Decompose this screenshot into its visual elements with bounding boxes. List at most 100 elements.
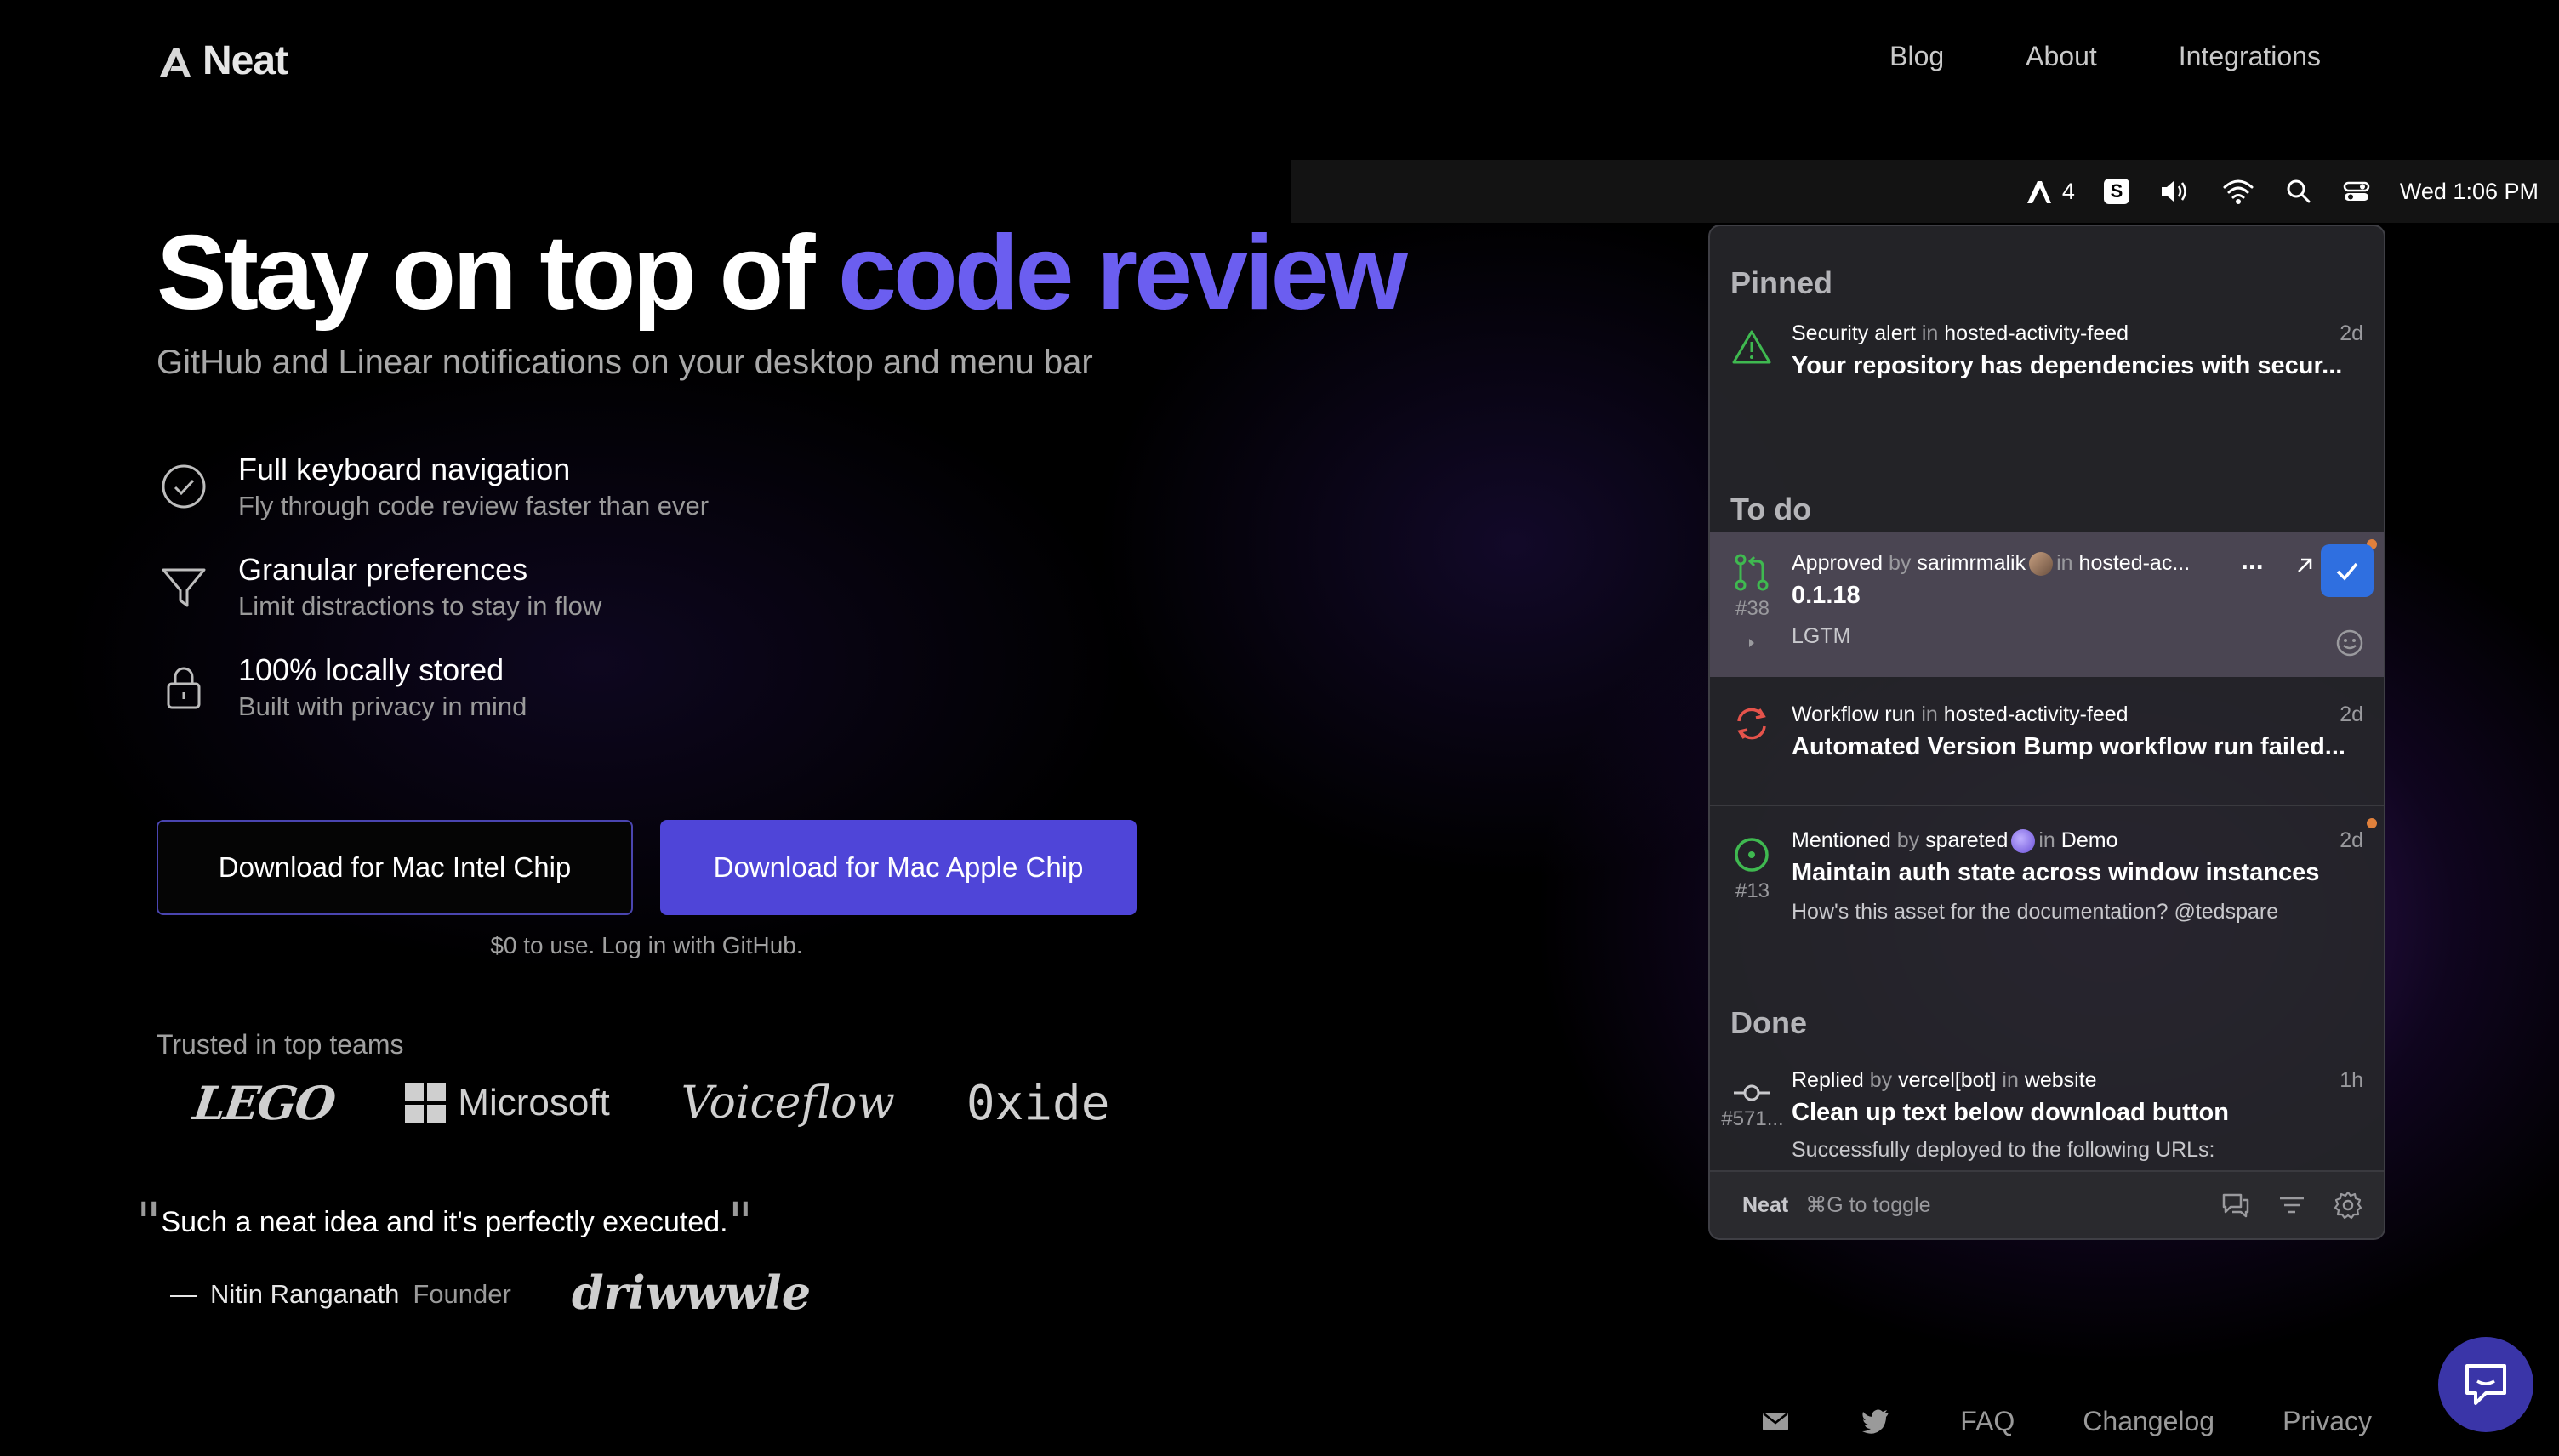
user-avatar [2011, 829, 2036, 854]
hero-title-accent: code review [838, 214, 1408, 332]
repo-name: hosted-activity-feed [1943, 702, 2129, 726]
feature-local: 100% locally stored Built with privacy in… [157, 651, 709, 721]
user-avatar [2029, 552, 2054, 577]
notification-item-approved[interactable]: #38 Approved by sarimrmalik in hosted-ac.… [1710, 532, 2384, 677]
wifi-icon[interactable] [2221, 177, 2255, 206]
filter-icon[interactable] [2277, 1190, 2307, 1220]
footer-actions [2220, 1190, 2363, 1220]
pr-number: #38 [1735, 597, 1770, 620]
microsoft-logo: Microsoft [405, 1082, 610, 1124]
control-center-icon[interactable] [2342, 177, 2371, 206]
neat-count: 4 [2061, 178, 2075, 204]
in-label: in [1921, 321, 1939, 345]
hero-title: Stay on top of code review [157, 213, 1408, 333]
search-icon[interactable] [2284, 177, 2313, 206]
notification-kind: Mentioned [1792, 828, 1891, 852]
by-label: by [1869, 1068, 1893, 1092]
feature-desc: Limit distractions to stay in flow [238, 591, 602, 621]
neat-logo-icon [2026, 181, 2051, 203]
notification-item-workflow[interactable]: Workflow run in hosted-activity-feed 2d … [1710, 702, 2384, 796]
notification-panel: Pinned Security alert in hosted-activity… [1708, 225, 2385, 1240]
toggle-shortcut-hint: ⌘G to toggle [1805, 1193, 1931, 1217]
workflow-sync-icon [1737, 708, 1766, 740]
feature-title: Full keyboard navigation [238, 452, 571, 486]
hero-subtitle: GitHub and Linear notifications on your … [157, 344, 1093, 381]
repo-name: hosted-ac... [2078, 551, 2191, 575]
in-label: in [2002, 1068, 2019, 1092]
notification-body: LGTM [1792, 624, 1851, 648]
panel-footer: Neat ⌘G to toggle [1710, 1170, 2384, 1238]
testimonial-author: — Nitin Ranganath Founder [170, 1279, 511, 1310]
notification-item-mentioned[interactable]: #13 Mentioned by spareted in Demo 2d Main… [1710, 818, 2384, 947]
download-intel-button[interactable]: Download for Mac Intel Chip [157, 820, 633, 915]
notification-kind: Security alert [1792, 321, 1916, 345]
feature-title: 100% locally stored [238, 652, 504, 687]
footer-links: FAQ Changelog Privacy [1759, 1405, 2372, 1437]
nav-link-integrations[interactable]: Integrations [2179, 41, 2321, 72]
email-icon[interactable] [1759, 1405, 1792, 1437]
emoji-reaction-icon[interactable] [2334, 628, 2365, 658]
notification-item-security[interactable]: Security alert in hosted-activity-feed 2… [1710, 321, 2384, 407]
menubar-clock[interactable]: Wed 1:06 PM [2400, 179, 2539, 205]
done-header: Done [1730, 1005, 1807, 1040]
nav-link-about[interactable]: About [2026, 41, 2097, 72]
notification-title: Your repository has dependencies with se… [1792, 352, 2343, 379]
in-label: in [2056, 551, 2073, 575]
trusted-label: Trusted in top teams [157, 1029, 404, 1060]
footer-app-name: Neat [1742, 1192, 1789, 1217]
company-logo: driwwwle [572, 1265, 812, 1320]
feature-desc: Fly through code review faster than ever [238, 491, 710, 520]
open-external-icon[interactable] [2292, 553, 2317, 578]
author-role: Founder [413, 1279, 511, 1309]
more-options-icon[interactable]: ... [2241, 544, 2264, 576]
issue-number: #13 [1735, 879, 1770, 902]
feature-list: Full keyboard navigation Fly through code… [157, 451, 709, 752]
notification-body: How's this asset for the documentation? … [1792, 900, 2279, 924]
chat-support-button[interactable] [2438, 1337, 2533, 1432]
by-label: by [1888, 551, 1912, 575]
notification-kind: Workflow run [1792, 702, 1916, 726]
by-label: by [1896, 828, 1920, 852]
twitter-icon[interactable] [1860, 1405, 1892, 1437]
comments-icon[interactable] [2220, 1190, 2251, 1220]
repo-name: website [2024, 1068, 2097, 1092]
brand-logo[interactable]: Neat [157, 37, 288, 84]
check-circle-icon [162, 464, 206, 509]
check-icon [2336, 562, 2358, 581]
notification-item-replied[interactable]: #571... Replied by vercel[bot] in websit… [1710, 1068, 2384, 1170]
in-label: in [2038, 828, 2055, 852]
footer-link-changelog[interactable]: Changelog [2083, 1406, 2214, 1437]
microsoft-wordmark: Microsoft [458, 1082, 610, 1123]
user-name: spareted [1925, 828, 2009, 852]
footer-link-faq[interactable]: FAQ [1960, 1406, 2015, 1437]
expand-chevron-icon[interactable] [1746, 634, 1758, 651]
author-name: Nitin Ranganath [210, 1279, 400, 1309]
author-dash: — [170, 1279, 197, 1309]
feature-desc: Built with privacy in mind [238, 691, 527, 721]
mark-done-button[interactable] [2321, 544, 2374, 597]
notification-title: Maintain auth state across window instan… [1792, 859, 2320, 886]
footer-link-privacy[interactable]: Privacy [2283, 1406, 2372, 1437]
notification-title: 0.1.18 [1792, 582, 1861, 609]
volume-icon[interactable] [2158, 177, 2192, 206]
neat-logo-icon [160, 47, 191, 77]
settings-gear-icon[interactable] [2333, 1190, 2363, 1220]
notification-body: Successfully deployed to the following U… [1792, 1138, 2215, 1162]
s-app-icon[interactable]: S [2103, 179, 2129, 204]
hero-title-prefix: Stay on top of [157, 214, 839, 332]
issue-open-icon [1735, 838, 1769, 872]
pinned-header: Pinned [1730, 265, 1833, 300]
neat-menubar-item[interactable]: 4 [2025, 177, 2075, 206]
oxide-logo: 0xide [966, 1075, 1110, 1131]
download-apple-button[interactable]: Download for Mac Apple Chip [660, 820, 1137, 915]
testimonial-quote: "Such a neat idea and it's perfectly exe… [136, 1192, 754, 1254]
notification-time: 1h [2340, 1068, 2363, 1092]
warning-icon [1732, 330, 1771, 364]
todo-header: To do [1730, 492, 1812, 526]
quote-text: Such a neat idea and it's perfectly exec… [161, 1206, 728, 1238]
notification-title: Clean up text below download button [1792, 1099, 2229, 1126]
nav-link-blog[interactable]: Blog [1889, 41, 1944, 72]
pull-request-icon [1735, 554, 1769, 591]
in-label: in [1921, 702, 1938, 726]
macos-menubar: 4 S Wed 1:06 PM [1291, 160, 2559, 223]
